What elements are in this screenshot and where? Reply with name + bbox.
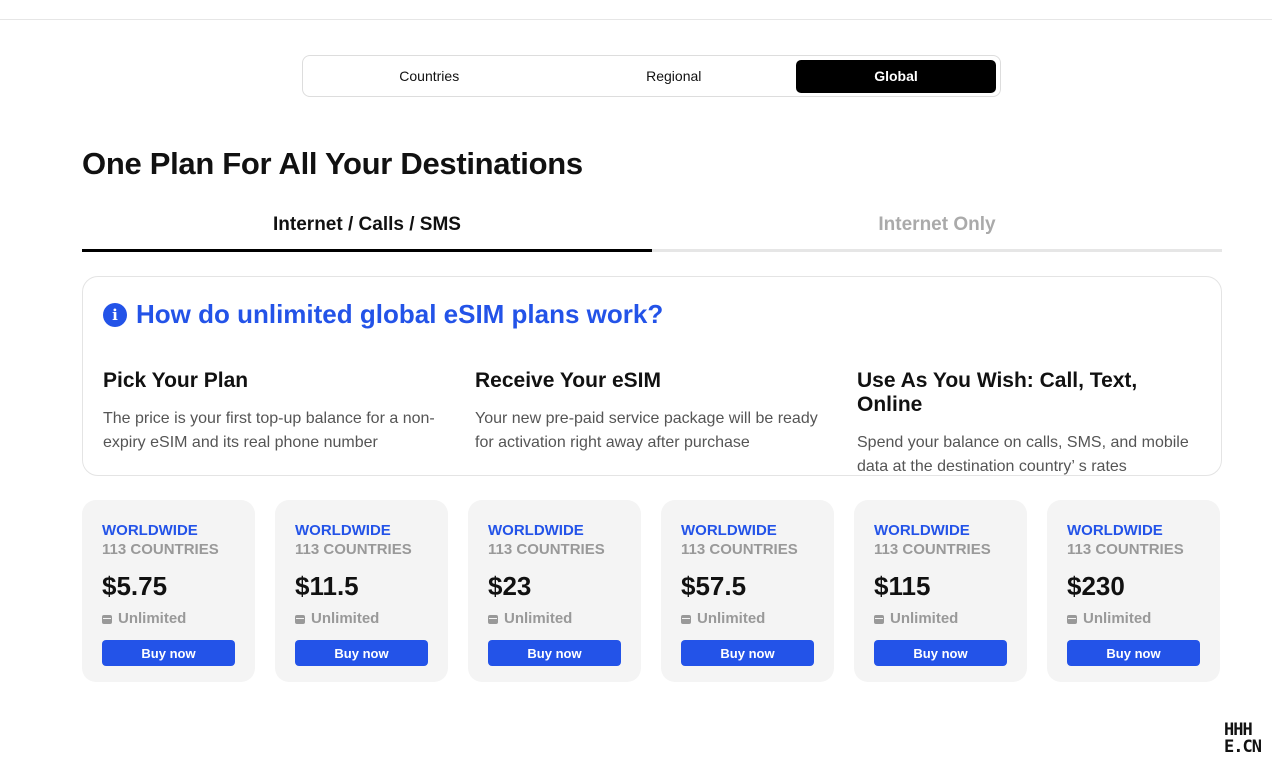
how-it-works-header: i How do unlimited global eSIM plans wor…: [103, 299, 663, 330]
plan-data: Unlimited: [1067, 610, 1200, 628]
plan-data: Unlimited: [874, 610, 1007, 628]
plan-type-tabs: Internet / Calls / SMS Internet Only: [82, 206, 1222, 252]
step-title: Pick Your Plan: [103, 369, 249, 392]
buy-now-button[interactable]: Buy now: [295, 640, 428, 666]
page-title: One Plan For All Your Destinations: [82, 146, 583, 181]
sim-card-icon: [295, 614, 305, 624]
step-title: Use As You Wish: Call, Text, Online: [857, 369, 1138, 416]
plan-price: $115: [874, 571, 931, 601]
plan-card: WORLDWIDE 113 COUNTRIES $23 Unlimited Bu…: [468, 500, 641, 682]
plan-data-label: Unlimited: [890, 610, 959, 627]
plan-data-label: Unlimited: [118, 610, 187, 627]
how-it-works-card: i How do unlimited global eSIM plans wor…: [82, 276, 1222, 476]
plan-card: WORLDWIDE 113 COUNTRIES $5.75 Unlimited …: [82, 500, 255, 682]
plan-region: WORLDWIDE: [102, 522, 198, 539]
plan-data-label: Unlimited: [1083, 610, 1152, 627]
plan-countries: 113 COUNTRIES: [102, 541, 219, 558]
info-circle-icon: i: [103, 302, 127, 327]
plan-countries: 113 COUNTRIES: [488, 541, 605, 558]
plan-price: $57.5: [681, 571, 747, 601]
buy-now-button[interactable]: Buy now: [102, 640, 235, 666]
plan-data-label: Unlimited: [697, 610, 766, 627]
watermark-line: E.CN: [1224, 737, 1262, 757]
plan-countries: 113 COUNTRIES: [1067, 541, 1184, 558]
plan-countries: 113 COUNTRIES: [295, 541, 412, 558]
plan-data-label: Unlimited: [311, 610, 380, 627]
plan-price: $230: [1067, 571, 1125, 601]
plan-card: WORLDWIDE 113 COUNTRIES $115 Unlimited B…: [854, 500, 1027, 682]
plan-price: $23: [488, 571, 532, 601]
step-use-as-you-wish: Use As You Wish: Call, Text, Online Spen…: [857, 369, 1202, 479]
plan-data-label: Unlimited: [504, 610, 573, 627]
segment-countries[interactable]: Countries: [307, 60, 552, 93]
plan-region: WORLDWIDE: [488, 522, 584, 539]
segment-regional[interactable]: Regional: [552, 60, 797, 93]
sim-card-icon: [681, 614, 691, 624]
buy-now-button[interactable]: Buy now: [681, 640, 814, 666]
step-text: The price is your first top-up balance f…: [103, 410, 435, 451]
coverage-segmented-control: Countries Regional Global: [302, 55, 1001, 97]
step-pick-plan: Pick Your Plan The price is your first t…: [103, 369, 448, 455]
step-text: Spend your balance on calls, SMS, and mo…: [857, 434, 1189, 475]
segment-global[interactable]: Global: [796, 59, 996, 93]
plan-region: WORLDWIDE: [874, 522, 970, 539]
tab-internet-calls-sms[interactable]: Internet / Calls / SMS: [82, 206, 652, 252]
plan-region: WORLDWIDE: [681, 522, 777, 539]
plan-countries: 113 COUNTRIES: [874, 541, 991, 558]
plan-card: WORLDWIDE 113 COUNTRIES $11.5 Unlimited …: [275, 500, 448, 682]
plan-data: Unlimited: [681, 610, 814, 628]
buy-now-button[interactable]: Buy now: [874, 640, 1007, 666]
how-it-works-title: How do unlimited global eSIM plans work?: [136, 299, 664, 329]
plan-cards: WORLDWIDE 113 COUNTRIES $5.75 Unlimited …: [82, 500, 1222, 682]
plan-data: Unlimited: [295, 610, 428, 628]
buy-now-button[interactable]: Buy now: [1067, 640, 1200, 666]
top-header-divider: [0, 0, 1272, 20]
step-text: Your new pre-paid service package will b…: [475, 410, 818, 451]
watermark-logo: HHH E.CN: [1224, 722, 1272, 756]
tab-internet-only[interactable]: Internet Only: [652, 206, 1222, 252]
step-title: Receive Your eSIM: [475, 369, 661, 392]
plan-card: WORLDWIDE 113 COUNTRIES $230 Unlimited B…: [1047, 500, 1220, 682]
plan-price: $5.75: [102, 571, 168, 601]
buy-now-button[interactable]: Buy now: [488, 640, 621, 666]
plan-price: $11.5: [295, 571, 359, 601]
plan-data: Unlimited: [488, 610, 621, 628]
sim-card-icon: [488, 614, 498, 624]
plan-card: WORLDWIDE 113 COUNTRIES $57.5 Unlimited …: [661, 500, 834, 682]
plan-data: Unlimited: [102, 610, 235, 628]
step-receive-esim: Receive Your eSIM Your new pre-paid serv…: [475, 369, 820, 455]
sim-card-icon: [102, 614, 112, 624]
plan-region: WORLDWIDE: [1067, 522, 1163, 539]
sim-card-icon: [874, 614, 884, 624]
sim-card-icon: [1067, 614, 1077, 624]
plan-region: WORLDWIDE: [295, 522, 391, 539]
plan-countries: 113 COUNTRIES: [681, 541, 798, 558]
